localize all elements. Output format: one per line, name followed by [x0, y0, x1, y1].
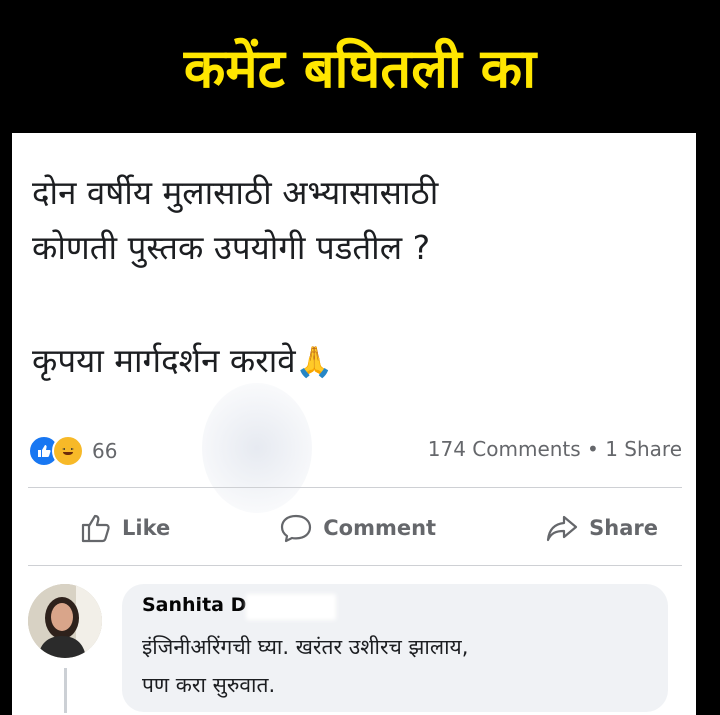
- like-button[interactable]: Like: [80, 513, 170, 543]
- avatar[interactable]: [28, 584, 102, 658]
- comment-author[interactable]: Sanhita D: [142, 594, 246, 616]
- post-line-3: कृपया मार्गदर्शन करावे🙏: [32, 333, 682, 390]
- haha-reaction-icon: [52, 435, 84, 467]
- like-label: Like: [122, 516, 171, 540]
- comment-label: Comment: [323, 516, 437, 540]
- comment-icon: [281, 514, 312, 543]
- comment-bubble: Sanhita D इंजिनीअरिंगची घ्या. खरंतर उशीर…: [122, 584, 668, 712]
- action-bar: Like Comment Share: [28, 505, 682, 551]
- comment-text: इंजिनीअरिंगची घ्या. खरंतर उशीरच झालाय, प…: [142, 628, 652, 704]
- folded-hands-emoji: 🙏: [295, 345, 333, 380]
- comment-button[interactable]: Comment: [279, 513, 436, 543]
- post-text: दोन वर्षीय मुलासाठी अभ्यासासाठी कोणती पु…: [32, 165, 682, 390]
- post-stats: 66 174 Comments • 1 Share: [28, 433, 682, 467]
- share-label: Share: [589, 516, 658, 540]
- post-line-3-text: कृपया मार्गदर्शन करावे: [32, 341, 296, 380]
- comment-line-2: पण करा सुरुवात.: [142, 673, 276, 697]
- banner-title: कमेंट बघितली का: [183, 37, 537, 100]
- comment-line-1: इंजिनीअरिंगची घ्या. खरंतर उशीरच झालाय,: [142, 635, 469, 659]
- comment: Sanhita D इंजिनीअरिंगची घ्या. खरंतर उशीर…: [28, 580, 682, 715]
- comments-shares-count[interactable]: 174 Comments • 1 Share: [428, 437, 682, 461]
- divider: [28, 487, 682, 488]
- share-arrow-icon: [547, 515, 578, 542]
- post-line-1: दोन वर्षीय मुलासाठी अभ्यासासाठी: [32, 173, 439, 212]
- reactions-summary[interactable]: 66: [28, 435, 117, 467]
- thumbs-up-icon: [81, 514, 110, 543]
- thread-line: [64, 668, 67, 713]
- reaction-count: 66: [92, 439, 118, 463]
- post-card: दोन वर्षीय मुलासाठी अभ्यासासाठी कोणती पु…: [12, 133, 696, 715]
- post-line-2: कोणती पुस्तक उपयोगी पडतील ?: [32, 228, 431, 267]
- redaction-blur: [246, 594, 336, 620]
- divider: [28, 565, 682, 566]
- share-button[interactable]: Share: [545, 513, 658, 543]
